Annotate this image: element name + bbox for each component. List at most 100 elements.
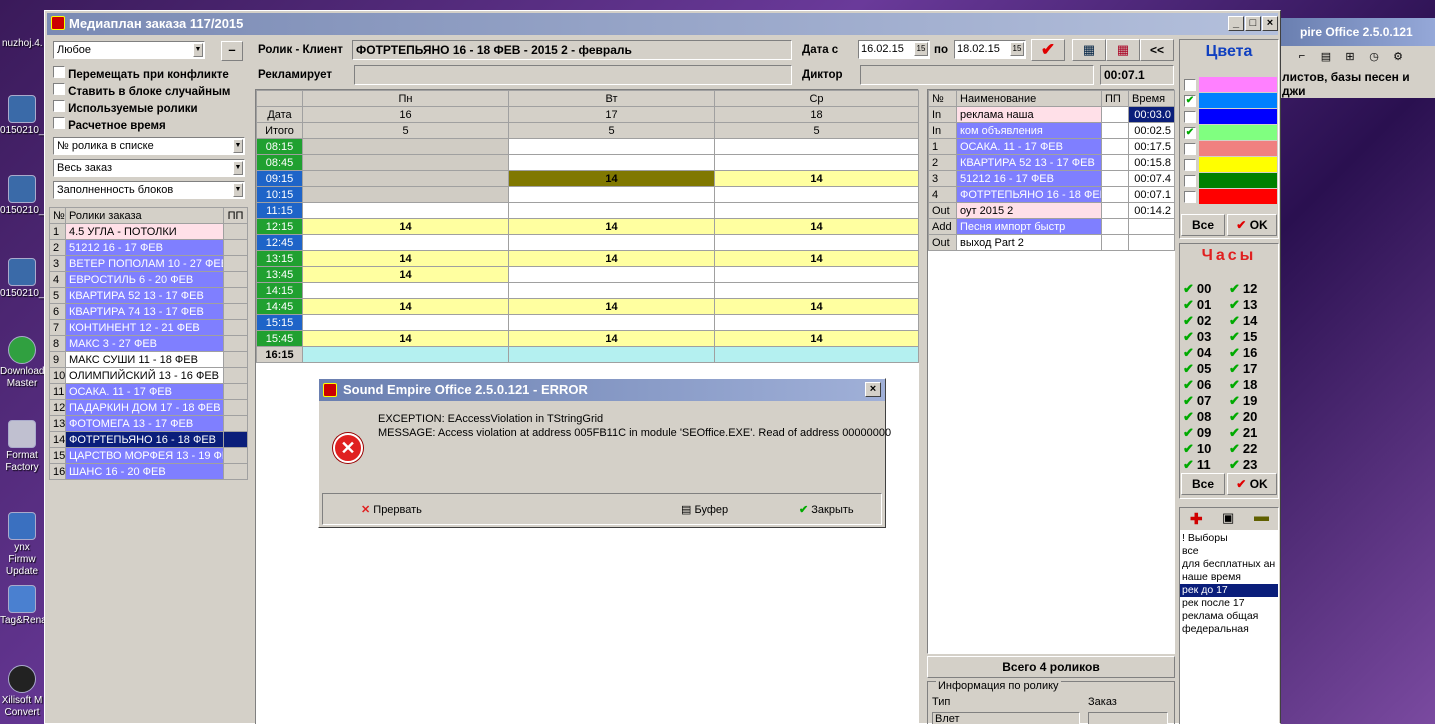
day-name[interactable]: Вт (508, 90, 715, 107)
preset-item[interactable]: реклама общая (1180, 610, 1278, 623)
folder-icon[interactable]: ⌐ (1294, 50, 1310, 66)
hour-checkbox[interactable]: ✔ 14 (1229, 313, 1257, 329)
chevron-down-icon[interactable]: ▼ (233, 161, 243, 175)
close-button[interactable]: × (1262, 16, 1278, 31)
checkbox[interactable] (53, 117, 65, 129)
slot-time[interactable]: 08:45 (256, 154, 303, 171)
slot-cell[interactable]: 14 (508, 330, 715, 347)
color-swatch[interactable] (1199, 125, 1277, 140)
slot-cell[interactable]: 14 (302, 266, 509, 283)
collapse-button[interactable]: – (221, 41, 243, 61)
collapse-panel-button[interactable]: << (1140, 39, 1174, 61)
table-row[interactable]: 4 ФОТРТЕПЬЯНО 16 - 18 ФЕВ 00:07.1 (928, 186, 1175, 203)
slot-cell[interactable] (302, 234, 509, 251)
slot-cell[interactable] (508, 138, 715, 155)
hour-checkbox[interactable]: ✔ 10 (1183, 441, 1211, 457)
table-row[interactable]: 13 ФОТОМЕГА 13 - 17 ФЕВ (49, 415, 248, 432)
slot-cell[interactable]: 14 (714, 298, 919, 315)
desktop-icon[interactable]: 0150210_ (0, 95, 45, 137)
slot-time[interactable]: 13:45 (256, 266, 303, 283)
fill-combo[interactable]: Заполненность блоков ▼ (53, 181, 245, 199)
slot-time[interactable]: 10:15 (256, 186, 303, 203)
slot-cell[interactable] (302, 314, 509, 331)
color-swatch[interactable] (1199, 141, 1277, 156)
table-row[interactable]: 5 КВАРТИРА 52 13 - 17 ФЕВ (49, 287, 248, 304)
slot-cell[interactable]: 14 (508, 218, 715, 235)
table-row[interactable]: 2 51212 16 - 17 ФЕВ (49, 239, 248, 256)
slot-time[interactable]: 14:45 (256, 298, 303, 315)
slot-cell[interactable]: 14 (508, 170, 715, 187)
hour-checkbox[interactable]: ✔ 17 (1229, 361, 1257, 377)
add-icon[interactable]: ✚ (1190, 510, 1203, 528)
slot-cell[interactable] (302, 282, 509, 299)
color-swatch[interactable] (1199, 173, 1277, 188)
hour-checkbox[interactable]: ✔ 04 (1183, 345, 1211, 361)
document-icon[interactable]: ▤ (1318, 50, 1334, 66)
preset-item[interactable]: наше время (1180, 571, 1278, 584)
hour-checkbox[interactable]: ✔ 07 (1183, 393, 1211, 409)
hour-checkbox[interactable]: ✔ 19 (1229, 393, 1257, 409)
slot-time[interactable]: 14:15 (256, 282, 303, 299)
hour-checkbox[interactable]: ✔ 23 (1229, 457, 1257, 473)
table-row[interactable]: Out оут 2015 2 00:14.2 (928, 202, 1175, 219)
colors-ok-button[interactable]: ✔ OK (1227, 214, 1277, 236)
buffer-button[interactable]: ▤ Буфер (681, 503, 728, 516)
color-checkbox[interactable] (1184, 79, 1196, 91)
slot-cell[interactable]: 14 (714, 218, 919, 235)
slot-cell[interactable] (714, 234, 919, 251)
option-random-in-block[interactable]: Ставить в блоке случайным (53, 83, 230, 98)
slot-cell[interactable]: 14 (302, 298, 509, 315)
slot-time[interactable]: 08:15 (256, 138, 303, 155)
slot-cell[interactable] (714, 138, 919, 155)
table-row[interactable]: 6 КВАРТИРА 74 13 - 17 ФЕВ (49, 303, 248, 320)
hours-all-button[interactable]: Все (1181, 473, 1225, 495)
table-row[interactable]: In реклама наша 00:03.0 (928, 106, 1175, 123)
table-row[interactable]: In ком объявления 00:02.5 (928, 122, 1175, 139)
slot-cell[interactable]: 14 (302, 218, 509, 235)
color-checkbox[interactable] (1184, 159, 1196, 171)
scope-combo[interactable]: Весь заказ ▼ (53, 159, 245, 177)
slot-time[interactable]: 15:45 (256, 330, 303, 347)
option-calc-time[interactable]: Расчетное время (53, 117, 166, 132)
hour-checkbox[interactable]: ✔ 22 (1229, 441, 1257, 457)
date-to-field[interactable]: 18.02.15 15 (954, 40, 1026, 59)
slot-cell[interactable] (302, 202, 509, 219)
hour-checkbox[interactable]: ✔ 18 (1229, 377, 1257, 393)
option-move-on-conflict[interactable]: Перемещать при конфликте (53, 66, 229, 81)
table-row[interactable]: 10 ОЛИМПИЙСКИЙ 13 - 16 ФЕВ (49, 367, 248, 384)
desktop-icon[interactable]: Format Factory (0, 420, 44, 474)
hour-checkbox[interactable]: ✔ 11 (1183, 457, 1211, 473)
slot-cell[interactable]: 14 (714, 170, 919, 187)
preset-item[interactable]: для бесплатных ан (1180, 558, 1278, 571)
table-row[interactable]: 1 4.5 УГЛА - ПОТОЛКИ (49, 223, 248, 240)
desktop-icon[interactable]: Xilisoft M Convert (0, 665, 44, 719)
slot-cell[interactable]: 14 (302, 330, 509, 347)
save-icon[interactable]: ▣ (1222, 510, 1234, 526)
table-row[interactable]: 9 МАКС СУШИ 11 - 18 ФЕВ (49, 351, 248, 368)
clock-icon[interactable]: ◷ (1366, 50, 1382, 66)
color-swatch[interactable] (1199, 189, 1277, 204)
preset-item[interactable]: федеральная (1180, 623, 1278, 636)
grid-view-button[interactable]: ▦ (1072, 39, 1106, 61)
minimize-button[interactable]: _ (1228, 16, 1244, 31)
hour-checkbox[interactable]: ✔ 21 (1229, 425, 1257, 441)
hours-ok-button[interactable]: ✔ OK (1227, 473, 1277, 495)
hour-checkbox[interactable]: ✔ 12 (1229, 281, 1257, 297)
color-checkbox[interactable]: ✔ (1184, 95, 1196, 107)
chevron-down-icon[interactable]: ▼ (233, 183, 243, 197)
settings-icon[interactable]: ⚙ (1390, 50, 1406, 66)
slot-cell[interactable] (302, 154, 509, 171)
table-row[interactable]: 1 ОСАКА. 11 - 17 ФЕВ 00:17.5 (928, 138, 1175, 155)
day-name[interactable]: Пн (302, 90, 509, 107)
hour-checkbox[interactable]: ✔ 03 (1183, 329, 1211, 345)
hour-checkbox[interactable]: ✔ 13 (1229, 297, 1257, 313)
table-row[interactable]: 4 ЕВРОСТИЛЬ 6 - 20 ФЕВ (49, 271, 248, 288)
dialog-close-button[interactable]: × (865, 382, 881, 397)
hour-checkbox[interactable]: ✔ 15 (1229, 329, 1257, 345)
table-row[interactable]: 16 ШАНС 16 - 20 ФЕВ (49, 463, 248, 480)
color-swatch[interactable] (1199, 109, 1277, 124)
hour-checkbox[interactable]: ✔ 16 (1229, 345, 1257, 361)
slot-time[interactable]: 12:45 (256, 234, 303, 251)
slot-cell[interactable] (508, 186, 715, 203)
color-swatch[interactable] (1199, 77, 1277, 92)
